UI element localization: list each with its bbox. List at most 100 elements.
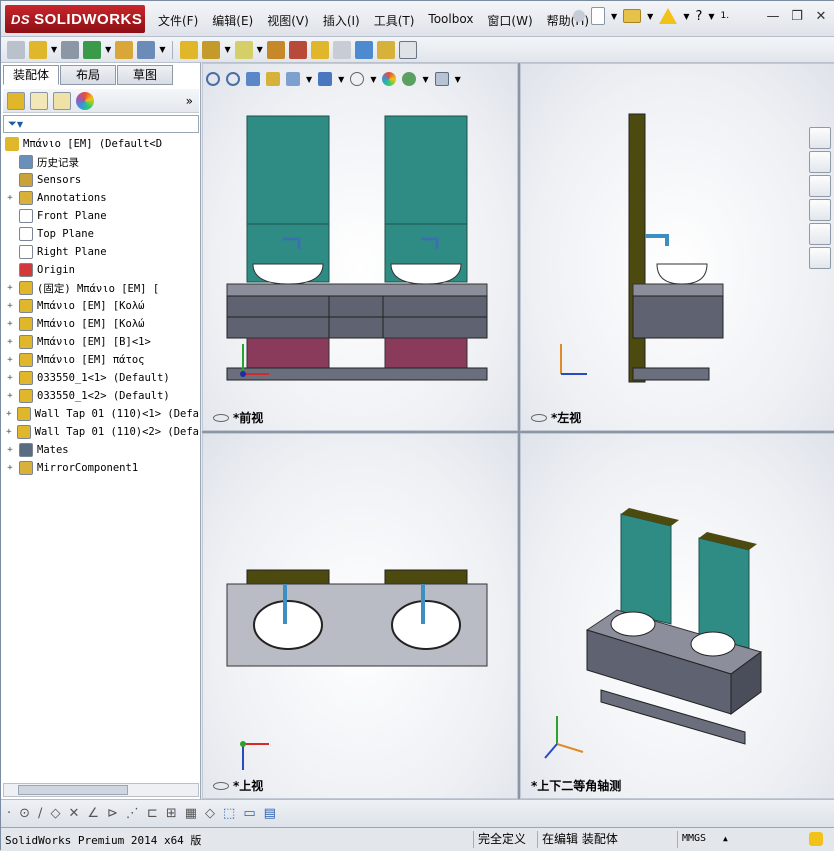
tree-item[interactable]: 历史记录 bbox=[5, 153, 199, 171]
menu-tools[interactable]: 工具(T) bbox=[367, 9, 422, 32]
convert-icon[interactable]: ⊏ bbox=[147, 806, 158, 821]
annotation-dropdown-icon[interactable]: ▼ bbox=[306, 75, 312, 84]
features-dropdown-icon[interactable]: ▼ bbox=[224, 45, 230, 54]
dynamic-annotation-icon[interactable] bbox=[286, 72, 300, 86]
reference-dropdown-icon[interactable]: ▼ bbox=[257, 45, 263, 54]
zoom-to-area-icon[interactable] bbox=[226, 72, 240, 86]
show-hidden-icon[interactable] bbox=[180, 40, 199, 59]
section-cube-icon[interactable]: ⬚ bbox=[223, 806, 235, 821]
menu-insert[interactable]: 插入(I) bbox=[316, 9, 367, 32]
view-eye-icon[interactable] bbox=[213, 781, 229, 790]
viewport-left[interactable]: *左视 bbox=[520, 63, 834, 431]
insert-component-icon[interactable] bbox=[29, 40, 47, 59]
offset-icon[interactable]: ⋰ bbox=[126, 806, 139, 821]
menu-window[interactable]: 窗口(W) bbox=[480, 9, 539, 32]
insert-dropdown-icon[interactable]: ▼ bbox=[51, 45, 57, 54]
line-icon[interactable]: ∕ bbox=[38, 806, 42, 821]
expand-toggle-icon[interactable]: + bbox=[5, 391, 15, 401]
tree-item[interactable]: + Mates bbox=[5, 441, 199, 459]
minimize-icon[interactable]: — bbox=[765, 9, 781, 24]
expand-toggle-icon[interactable]: + bbox=[5, 337, 15, 347]
display-manager-icon[interactable] bbox=[76, 91, 94, 110]
filter-icon[interactable]: ⏷ bbox=[8, 117, 17, 130]
solidworks-resources-icon[interactable] bbox=[809, 127, 831, 149]
appearances-icon[interactable] bbox=[809, 223, 831, 245]
orientation-dropdown-icon[interactable]: ▼ bbox=[338, 75, 344, 84]
rebuild-icon[interactable] bbox=[809, 832, 823, 846]
tree-item[interactable]: + Μπάνιο [EM] πάτος bbox=[5, 351, 199, 369]
circle-icon[interactable]: ⊙ bbox=[19, 806, 30, 821]
smart-fasteners-icon[interactable] bbox=[115, 40, 134, 59]
pattern-dropdown-icon[interactable]: ▼ bbox=[105, 45, 111, 54]
expand-toggle-icon[interactable]: + bbox=[5, 301, 15, 311]
tree-item[interactable]: + Μπάνιο [EM] [Κολώ bbox=[5, 297, 199, 315]
help-dropdown-icon[interactable]: ▼ bbox=[708, 12, 714, 21]
tree-item[interactable]: + Wall Tap 01 (110)<2> (Defa bbox=[5, 423, 199, 441]
pattern-icon[interactable]: ⊞ bbox=[166, 806, 177, 821]
view-layout-icon[interactable]: ▭ bbox=[243, 806, 255, 821]
units-arrow-icon[interactable]: ▲ bbox=[723, 834, 728, 843]
apply-scene-icon[interactable] bbox=[402, 72, 417, 86]
tab-layout[interactable]: 布局 bbox=[60, 65, 116, 85]
interference-detection-icon[interactable] bbox=[354, 40, 373, 59]
instant3d-icon[interactable] bbox=[398, 40, 417, 59]
tree-item[interactable]: + Μπάνιο [EM] [B]<1> bbox=[5, 333, 199, 351]
tree-horizontal-scrollbar[interactable] bbox=[3, 783, 199, 797]
expand-toggle-icon[interactable]: + bbox=[5, 427, 13, 437]
mate-icon[interactable] bbox=[61, 40, 80, 59]
mirror-entities-icon[interactable]: ⊳ bbox=[107, 806, 118, 821]
assembly-features-icon[interactable] bbox=[202, 40, 221, 59]
dimension-icon[interactable]: ◇ bbox=[205, 806, 215, 821]
filter-dropdown-icon[interactable]: ▼ bbox=[17, 120, 23, 129]
expand-toggle-icon[interactable]: + bbox=[5, 445, 15, 455]
view-eye-icon[interactable] bbox=[531, 413, 547, 422]
menu-view[interactable]: 视图(V) bbox=[260, 9, 316, 32]
warning-dropdown-icon[interactable]: ▼ bbox=[683, 12, 689, 21]
settings-dropdown-icon[interactable]: ▼ bbox=[455, 75, 461, 84]
expand-toggle-icon[interactable]: + bbox=[5, 463, 15, 473]
tree-root[interactable]: Μπάνιο [EM] (Default<D bbox=[5, 135, 199, 153]
trim-icon[interactable]: ✕ bbox=[68, 806, 79, 821]
feature-manager-tree-icon[interactable] bbox=[7, 91, 25, 110]
section-view-icon[interactable] bbox=[266, 72, 280, 86]
tree-item[interactable]: +033550_1<1> (Default) bbox=[5, 369, 199, 387]
expand-toggle-icon[interactable]: + bbox=[5, 409, 13, 419]
expand-toggle-icon[interactable]: + bbox=[5, 355, 15, 365]
graphics-area[interactable]: ▼ ▼ ▼ ▼ ▼ *前视 *左视 *上视 *上下二等角轴测 bbox=[202, 63, 834, 799]
new-motion-study-icon[interactable] bbox=[266, 40, 285, 59]
tree-item[interactable]: +033550_1<2> (Default) bbox=[5, 387, 199, 405]
clearance-verification-icon[interactable] bbox=[376, 40, 395, 59]
previous-view-icon[interactable] bbox=[246, 72, 260, 86]
display-style-icon[interactable] bbox=[350, 72, 365, 86]
tree-item[interactable]: Top Plane bbox=[5, 225, 199, 243]
property-manager-icon[interactable] bbox=[30, 91, 48, 110]
pin-icon[interactable] bbox=[573, 10, 585, 22]
scrollbar-thumb[interactable] bbox=[18, 785, 128, 795]
help-icon[interactable]: ? bbox=[695, 9, 702, 24]
view-orientation-icon[interactable] bbox=[318, 72, 333, 86]
close-icon[interactable]: ✕ bbox=[813, 9, 829, 24]
exploded-view-icon[interactable] bbox=[310, 40, 329, 59]
tree-item[interactable]: + (固定) Μπάνιο [EM] [ bbox=[5, 279, 199, 297]
edit-appearance-icon[interactable] bbox=[382, 72, 397, 86]
tree-item[interactable]: + Annotations bbox=[5, 189, 199, 207]
tree-item[interactable]: Front Plane bbox=[5, 207, 199, 225]
tab-assembly[interactable]: 装配体 bbox=[3, 65, 59, 85]
tree-item[interactable]: Origin bbox=[5, 261, 199, 279]
custom-properties-icon[interactable] bbox=[809, 247, 831, 269]
menu-file[interactable]: 文件(F) bbox=[151, 9, 205, 32]
design-library-icon[interactable] bbox=[809, 151, 831, 173]
viewport-top[interactable]: *上视 bbox=[202, 433, 518, 799]
view-eye-icon[interactable] bbox=[213, 413, 229, 422]
expand-toggle-icon[interactable]: + bbox=[5, 193, 15, 203]
view-settings-icon[interactable] bbox=[434, 72, 449, 86]
view-palette-icon[interactable] bbox=[809, 199, 831, 221]
new-document-icon[interactable] bbox=[591, 7, 605, 25]
viewport-isometric[interactable]: *上下二等角轴测 bbox=[520, 433, 834, 799]
extend-icon[interactable]: ∠ bbox=[87, 806, 99, 821]
tree-item[interactable]: + Wall Tap 01 (110)<1> (Defa bbox=[5, 405, 199, 423]
tree-item[interactable]: Right Plane bbox=[5, 243, 199, 261]
grid-icon[interactable]: ▦ bbox=[185, 806, 197, 821]
zoom-to-fit-icon[interactable] bbox=[206, 72, 220, 86]
tree-filter[interactable]: ⏷▼ bbox=[3, 115, 199, 133]
